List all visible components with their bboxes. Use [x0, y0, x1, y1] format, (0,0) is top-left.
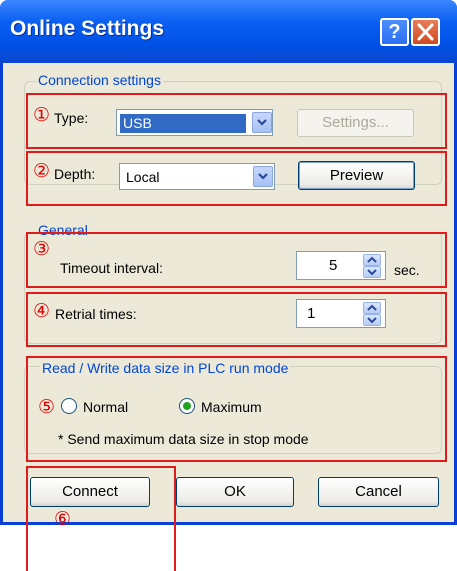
timeout-spin-buttons — [363, 254, 381, 278]
annotation-line-6-top — [26, 466, 176, 468]
annotation-marker-6: ⑥ — [54, 508, 72, 530]
timeout-spin-down-button[interactable] — [363, 266, 381, 278]
maximum-radio[interactable] — [179, 398, 195, 414]
cancel-button[interactable]: Cancel — [318, 477, 439, 507]
timeout-interval-value: 5 — [329, 257, 338, 274]
annotation-marker-5: ⑤ — [38, 396, 56, 418]
annotation-marker-4: ④ — [33, 300, 51, 322]
chevron-down-icon — [257, 119, 267, 126]
timeout-spin-up-button[interactable] — [363, 254, 381, 266]
connect-button[interactable]: Connect — [30, 477, 150, 507]
retrial-times-label: Retrial times: — [55, 306, 137, 322]
timeout-unit-label: sec. — [394, 262, 420, 278]
annotation-line-6-right — [174, 466, 176, 571]
maximum-radio-label[interactable]: Maximum — [201, 399, 262, 415]
timeout-interval-label: Timeout interval: — [60, 260, 163, 276]
annotation-marker-1: ① — [33, 104, 51, 126]
timeout-interval-spinbox[interactable]: 5 — [296, 251, 386, 280]
rw-size-legend: Read / Write data size in PLC run mode — [40, 360, 291, 376]
retrial-spin-down-button[interactable] — [363, 314, 381, 326]
normal-radio-label[interactable]: Normal — [83, 399, 128, 415]
connection-settings-legend: Connection settings — [36, 72, 163, 88]
arrow-up-icon — [367, 304, 377, 311]
retrial-spin-buttons — [363, 302, 381, 326]
annotation-line-6-left — [26, 466, 28, 571]
arrow-up-icon — [367, 256, 377, 263]
help-icon: ? — [388, 21, 401, 43]
retrial-times-spinbox[interactable]: 1 — [296, 299, 386, 328]
retrial-times-value: 1 — [307, 305, 316, 322]
maximum-radio-dot — [183, 402, 191, 410]
normal-radio[interactable] — [61, 398, 77, 414]
arrow-down-icon — [367, 317, 377, 324]
type-label: Type: — [54, 110, 89, 126]
depth-combobox-value: Local — [126, 169, 160, 185]
type-dropdown-button[interactable] — [252, 112, 272, 133]
ok-button[interactable]: OK — [176, 477, 294, 507]
retrial-spin-up-button[interactable] — [363, 302, 381, 314]
settings-button[interactable]: Settings... — [297, 109, 414, 137]
depth-dropdown-button[interactable] — [253, 166, 273, 187]
close-button[interactable] — [411, 18, 440, 46]
arrow-down-icon — [367, 269, 377, 276]
window-title: Online Settings — [10, 17, 165, 40]
close-icon — [417, 23, 434, 41]
depth-combobox[interactable]: Local — [119, 163, 275, 190]
rw-size-note: * Send maximum data size in stop mode — [58, 431, 309, 447]
chevron-down-icon — [258, 173, 268, 180]
annotation-marker-3: ③ — [33, 238, 51, 260]
depth-label: Depth: — [54, 166, 96, 182]
type-combobox[interactable]: USB — [116, 109, 273, 136]
help-button[interactable]: ? — [380, 18, 409, 46]
annotation-marker-2: ② — [33, 160, 51, 182]
preview-button[interactable]: Preview — [298, 161, 415, 190]
type-combobox-value: USB — [120, 114, 246, 133]
